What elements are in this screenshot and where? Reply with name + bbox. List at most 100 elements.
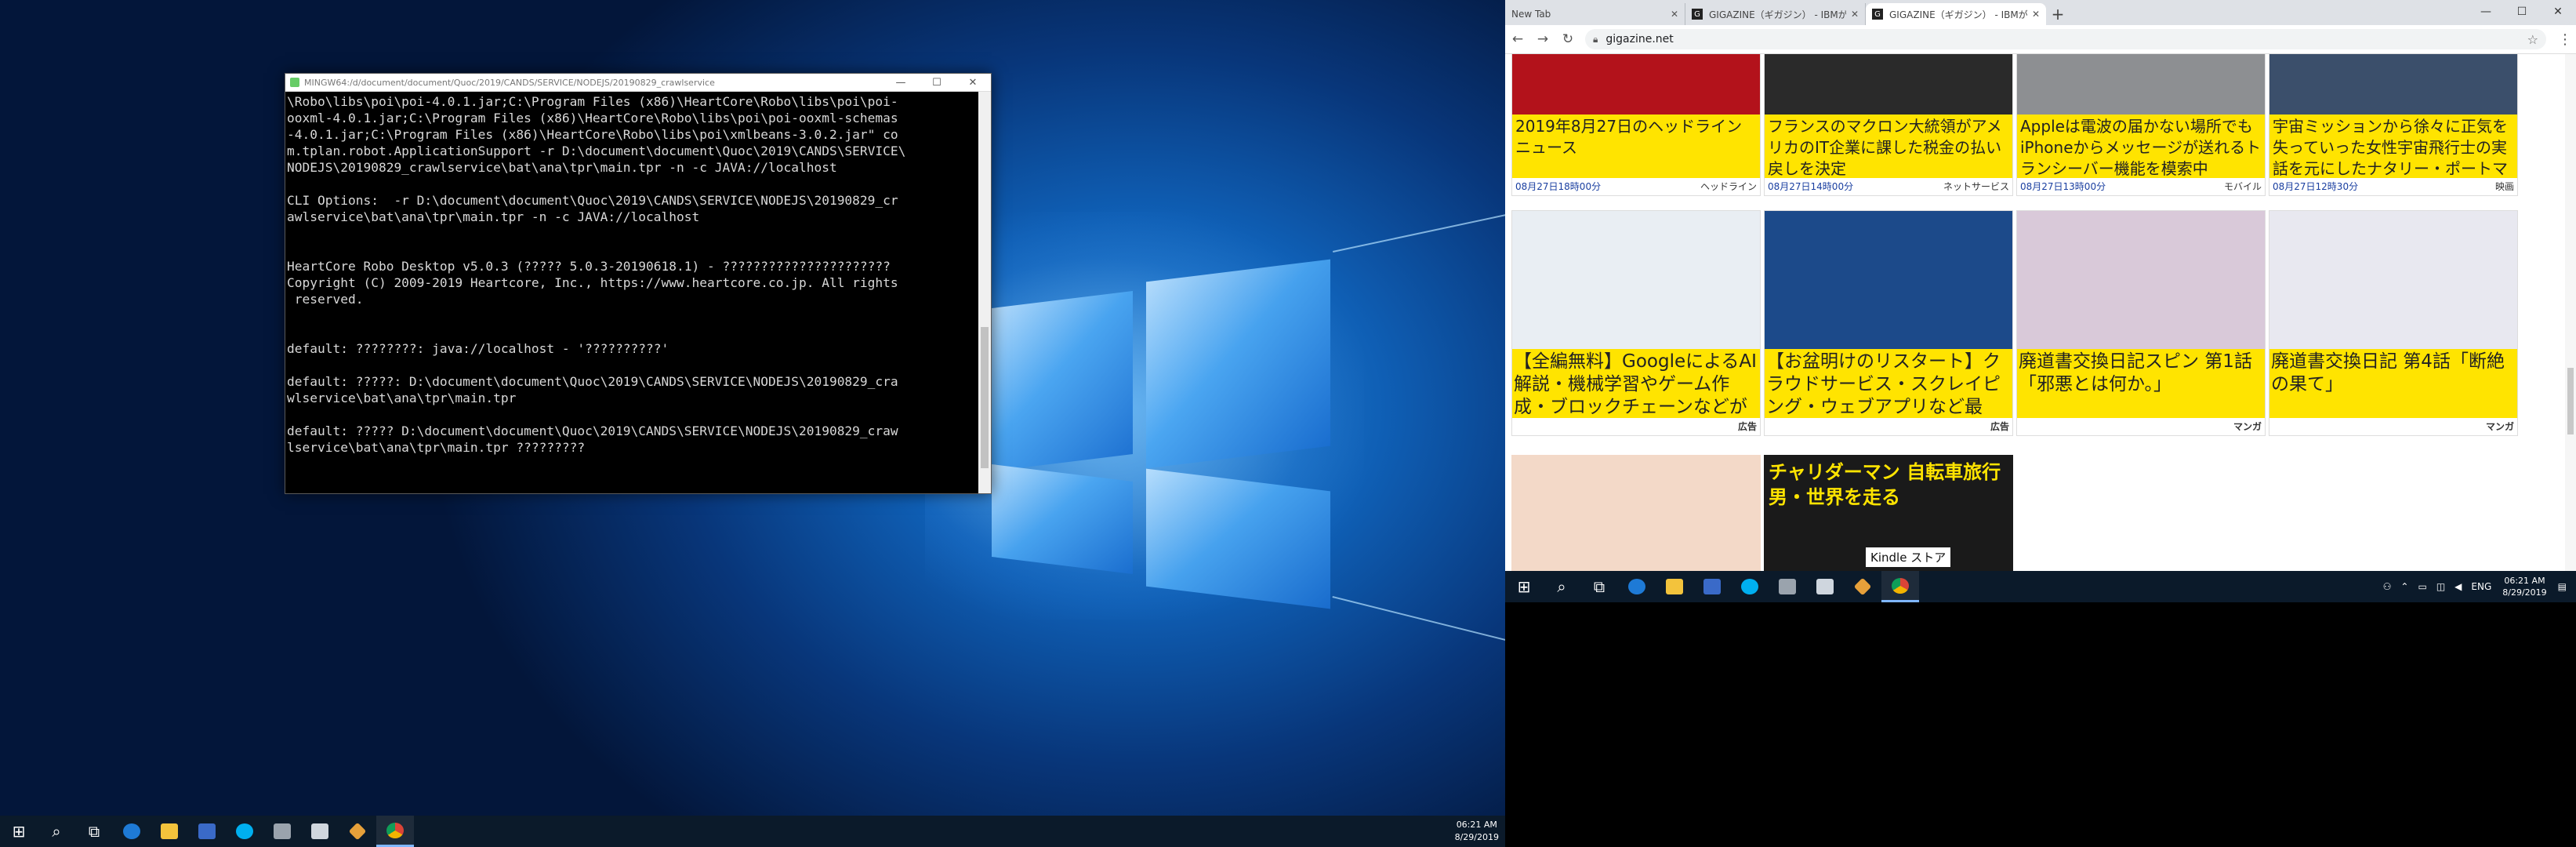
article-category[interactable]: 映画 <box>2495 180 2514 194</box>
lock-icon: 🔒︎ <box>1593 33 1598 45</box>
close-icon[interactable]: ✕ <box>1671 9 1678 20</box>
notification-icon[interactable]: ▤ <box>2558 581 2567 592</box>
article-category[interactable]: ヘッドライン <box>1700 180 1757 194</box>
menu-icon[interactable]: ⋮ <box>2554 31 2576 48</box>
article-card[interactable]: 2019年8月27日のヘッドラインニュース 08月27日18時00分 ヘッドライン <box>1511 54 1761 196</box>
terminal-titlebar[interactable]: MINGW64:/d/document/document/Quoc/2019/C… <box>285 74 991 92</box>
close-button[interactable]: ✕ <box>2540 0 2576 24</box>
close-icon[interactable]: ✕ <box>1851 9 1859 20</box>
article-title[interactable]: 【お盆明けのリスタート】クラウドサービス・スクレイピング・ウェブアプリなど最 <box>1765 349 2012 418</box>
chevron-up-icon[interactable]: ⌃ <box>2400 581 2408 592</box>
task-view-icon[interactable]: ⧉ <box>1580 571 1618 602</box>
app-icon[interactable] <box>188 816 226 847</box>
article-card[interactable] <box>1511 455 1761 571</box>
page-scrollbar[interactable] <box>2565 54 2576 571</box>
back-icon[interactable]: ← <box>1505 31 1530 47</box>
article-thumbnail[interactable] <box>1765 211 2012 349</box>
close-icon[interactable]: ✕ <box>2032 9 2040 20</box>
bookmark-star-icon[interactable]: ☆ <box>2527 32 2538 47</box>
article-thumbnail[interactable] <box>1765 54 2012 115</box>
start-icon[interactable]: ⊞ <box>1505 571 1543 602</box>
skype-icon[interactable] <box>1731 571 1769 602</box>
terminal-window[interactable]: MINGW64:/d/document/document/Quoc/2019/C… <box>285 73 992 494</box>
article-thumbnail[interactable]: チャリダーマン 自転車旅行男・世界を走る Kindle ストア <box>1764 455 2013 571</box>
article-thumbnail[interactable] <box>1512 211 1760 349</box>
chrome-icon[interactable] <box>376 816 414 847</box>
minimize-button[interactable]: — <box>883 77 919 89</box>
article-card[interactable]: 宇宙ミッションから徐々に正気を失っていった女性宇宙飛行士の実話を元にしたナタリー… <box>2269 54 2518 196</box>
article-thumbnail[interactable] <box>2269 211 2517 349</box>
clock[interactable]: 06:21 AM 8/29/2019 <box>1455 819 1499 844</box>
article-category[interactable]: 広告 <box>1990 420 2009 434</box>
article-card[interactable]: フランスのマクロン大統領がアメリカのIT企業に課した税金の払い戻しを決定 08月2… <box>1764 54 2013 196</box>
app-icon[interactable] <box>1769 571 1806 602</box>
terminal-scrollbar[interactable] <box>978 92 991 493</box>
article-card[interactable]: Appleは電波の届かない場所でもiPhoneからメッセージが送れるトランシーバ… <box>2016 54 2266 196</box>
article-title[interactable]: フランスのマクロン大統領がアメリカのIT企業に課した税金の払い戻しを決定 <box>1765 115 2012 178</box>
forward-icon[interactable]: → <box>1530 31 1555 47</box>
article-category[interactable]: マンガ <box>2486 420 2514 434</box>
new-tab-button[interactable]: + <box>2046 3 2070 25</box>
article-title[interactable]: 宇宙ミッションから徐々に正気を失っていった女性宇宙飛行士の実話を元にしたナタリー… <box>2269 115 2517 178</box>
edge-icon[interactable] <box>113 816 151 847</box>
people-icon[interactable]: ⚇ <box>2383 581 2392 592</box>
battery-icon[interactable]: ▭ <box>2418 581 2426 592</box>
article-title[interactable]: 2019年8月27日のヘッドラインニュース <box>1512 115 1760 178</box>
windows-logo-pane-br <box>1146 468 1330 609</box>
mingw-icon <box>290 78 299 87</box>
article-meta: 08月27日12時30分 映画 <box>2269 178 2517 195</box>
notepad-icon[interactable] <box>301 816 339 847</box>
article-thumbnail[interactable] <box>1511 455 1761 571</box>
article-card[interactable]: 【お盆明けのリスタート】クラウドサービス・スクレイピング・ウェブアプリなど最広告 <box>1764 210 2013 436</box>
clock[interactable]: 06:21 AM 8/29/2019 <box>2502 575 2546 598</box>
article-thumbnail[interactable] <box>2269 54 2517 115</box>
address-bar[interactable]: 🔒︎ gigazine.net ☆ <box>1585 29 2546 49</box>
article-title[interactable]: 廃道書交換日記 第4話「断絶の果て」 <box>2269 349 2517 418</box>
volume-icon[interactable]: ◀ <box>2454 581 2462 592</box>
article-title[interactable]: 廃道書交換日記スピン 第1話「邪悪とは何か。」 <box>2017 349 2265 418</box>
git-icon[interactable] <box>1844 571 1881 602</box>
search-icon[interactable]: ⌕ <box>1543 571 1580 602</box>
edge-icon[interactable] <box>1618 571 1656 602</box>
chrome-icon[interactable] <box>1881 571 1919 602</box>
scrollbar-thumb[interactable] <box>981 327 989 468</box>
scrollbar-thumb[interactable] <box>2567 368 2574 434</box>
terminal-line: ooxml-4.0.1.jar;C:\Program Files (x86)\H… <box>287 111 898 125</box>
maximize-button[interactable]: ☐ <box>2504 0 2540 24</box>
close-button[interactable]: ✕ <box>955 77 991 89</box>
task-view-icon[interactable]: ⧉ <box>75 816 113 847</box>
network-icon[interactable]: ◫ <box>2436 581 2445 592</box>
minimize-button[interactable]: — <box>2468 0 2504 24</box>
file-explorer-icon[interactable] <box>151 816 188 847</box>
notepad-icon[interactable] <box>1806 571 1844 602</box>
tab-gigazine-active[interactable]: G GIGAZINE（ギガジン） - IBMが合 ✕ <box>1866 3 2046 25</box>
terminal-line: CLI Options: -r D:\document\document\Quo… <box>287 193 898 208</box>
article-thumbnail[interactable] <box>2017 54 2265 115</box>
tab-gigazine[interactable]: G GIGAZINE（ギガジン） - IBMが合 ✕ <box>1685 3 1866 25</box>
maximize-button[interactable]: ☐ <box>919 77 955 89</box>
terminal-output[interactable]: \Robo\libs\poi\poi-4.0.1.jar;C:\Program … <box>285 92 978 493</box>
article-card[interactable]: 廃道書交換日記 第4話「断絶の果て」マンガ <box>2269 210 2518 436</box>
language-indicator[interactable]: ENG <box>2471 581 2491 592</box>
article-title[interactable]: Appleは電波の届かない場所でもiPhoneからメッセージが送れるトランシーバ… <box>2017 115 2265 178</box>
git-icon[interactable] <box>339 816 376 847</box>
article-category[interactable]: ネットサービス <box>1943 180 2009 194</box>
article-thumbnail[interactable] <box>1512 54 1760 115</box>
app-icon[interactable] <box>1693 571 1731 602</box>
reload-icon[interactable]: ↻ <box>1555 31 1580 47</box>
tab-new-tab[interactable]: New Tab ✕ <box>1505 3 1685 25</box>
file-explorer-icon[interactable] <box>1656 571 1693 602</box>
article-category[interactable]: マンガ <box>2233 420 2262 434</box>
article-card[interactable]: 【全編無料】GoogleによるAI解説・機械学習やゲーム作成・ブロックチェーンな… <box>1511 210 1761 436</box>
article-category[interactable]: モバイル <box>2224 180 2262 194</box>
start-icon[interactable]: ⊞ <box>0 816 38 847</box>
article-category[interactable]: 広告 <box>1738 420 1757 434</box>
article-card[interactable]: 廃道書交換日記スピン 第1話「邪悪とは何か。」マンガ <box>2016 210 2266 436</box>
app-icon[interactable] <box>263 816 301 847</box>
article-card[interactable]: チャリダーマン 自転車旅行男・世界を走る Kindle ストア <box>1764 455 2013 571</box>
skype-icon[interactable] <box>226 816 263 847</box>
article-title[interactable]: 【全編無料】GoogleによるAI解説・機械学習やゲーム作成・ブロックチェーンな… <box>1512 349 1760 418</box>
article-thumbnail[interactable] <box>2017 211 2265 349</box>
search-icon[interactable]: ⌕ <box>38 816 75 847</box>
